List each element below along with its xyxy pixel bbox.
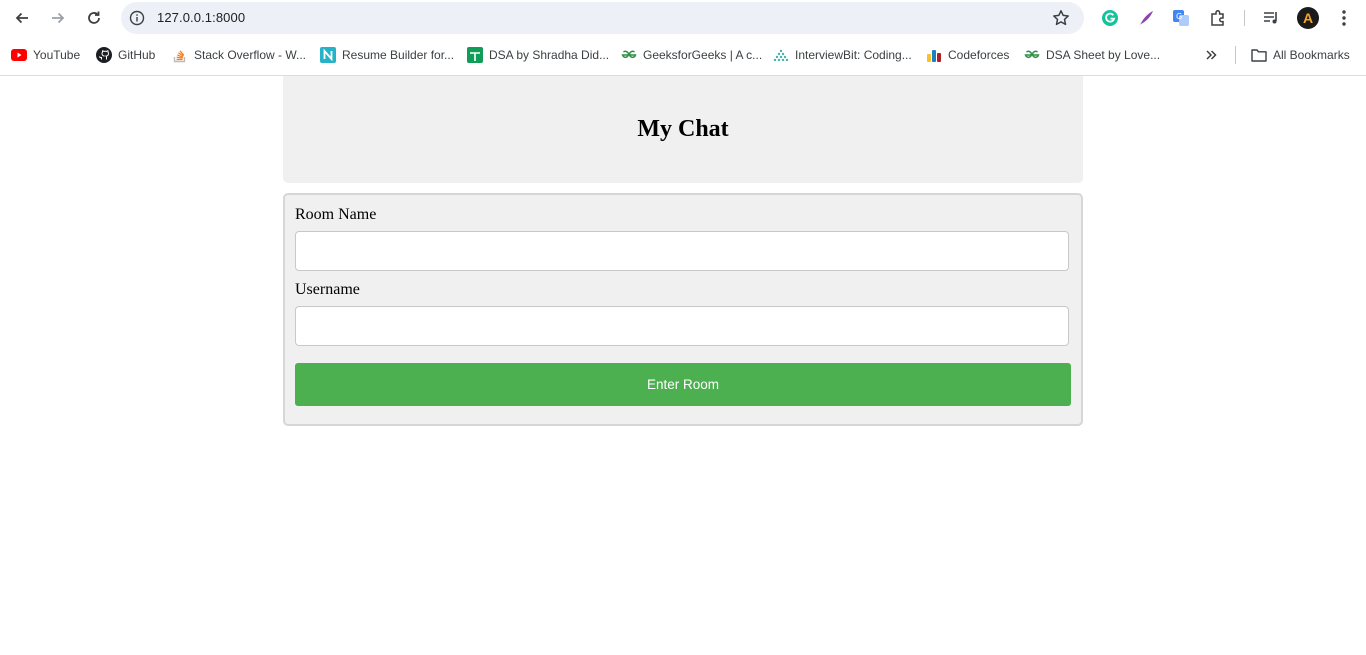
svg-text:G: G xyxy=(1176,12,1182,21)
bookmark-label: Codeforces xyxy=(948,48,1010,62)
url-text[interactable]: 127.0.0.1:8000 xyxy=(157,10,245,25)
bookmark-geeksforgeeks[interactable]: GeeksforGeeks | A c... xyxy=(621,46,762,64)
github-icon xyxy=(96,47,112,63)
bookmark-star-icon[interactable] xyxy=(1052,9,1070,27)
translate-icon[interactable]: G xyxy=(1171,8,1191,28)
bookmark-label: InterviewBit: Coding... xyxy=(795,48,912,62)
bookmark-label: GitHub xyxy=(118,48,156,62)
room-name-label: Room Name xyxy=(295,206,377,223)
bookmark-interviewbit[interactable]: InterviewBit: Coding... xyxy=(773,46,912,64)
all-bookmarks-label: All Bookmarks xyxy=(1273,48,1350,62)
room-name-input[interactable] xyxy=(295,231,1069,271)
sheets-icon xyxy=(467,47,483,63)
page-title: My Chat xyxy=(637,116,729,142)
bookmark-stackoverflow[interactable]: Stack Overflow - W... xyxy=(172,46,306,64)
youtube-icon xyxy=(11,47,27,63)
bookmark-label: DSA Sheet by Love... xyxy=(1046,48,1161,62)
bookmark-label: DSA by Shradha Did... xyxy=(489,48,610,62)
forward-icon[interactable] xyxy=(46,6,70,30)
resume-builder-icon xyxy=(320,47,336,63)
media-queue-icon[interactable] xyxy=(1261,8,1281,28)
bookmark-codeforces[interactable]: Codeforces xyxy=(926,46,1009,64)
bookmark-label: Stack Overflow - W... xyxy=(194,48,307,62)
interviewbit-icon xyxy=(773,47,789,63)
bookmark-label: YouTube xyxy=(33,48,81,62)
address-bar[interactable]: 127.0.0.1:8000 xyxy=(121,2,1084,34)
extensions-puzzle-icon[interactable] xyxy=(1208,8,1228,28)
bookmark-github[interactable]: GitHub xyxy=(96,46,155,64)
chat-header: My Chat xyxy=(283,76,1083,183)
bookmark-label: GeeksforGeeks | A c... xyxy=(643,48,763,62)
bookmarks-divider xyxy=(1235,46,1236,64)
reload-icon[interactable] xyxy=(82,6,106,30)
username-label: Username xyxy=(295,281,360,298)
geeksforgeeks-icon xyxy=(621,47,637,63)
grammarly-icon[interactable] xyxy=(1100,8,1120,28)
bookmark-dsa-sheet-love[interactable]: DSA Sheet by Love... xyxy=(1024,46,1160,64)
bookmark-youtube[interactable]: YouTube xyxy=(11,46,80,64)
toolbar-divider xyxy=(1244,10,1245,26)
bookmark-resume-builder[interactable]: Resume Builder for... xyxy=(320,46,454,64)
profile-avatar[interactable]: A xyxy=(1297,7,1319,29)
geeksforgeeks-icon xyxy=(1024,47,1040,63)
more-bookmarks-chevron-icon[interactable] xyxy=(1204,46,1218,64)
join-room-form: Room Name Username Enter Room xyxy=(283,193,1083,426)
all-bookmarks[interactable]: All Bookmarks xyxy=(1251,46,1350,64)
enter-room-button[interactable]: Enter Room xyxy=(295,363,1071,406)
quill-extension-icon[interactable] xyxy=(1136,8,1156,28)
bookmarks-bar: YouTube GitHub Stack Overflow - W... Res… xyxy=(0,36,1366,76)
folder-icon xyxy=(1251,47,1267,63)
stackoverflow-icon xyxy=(172,47,188,63)
browser-toolbar: 127.0.0.1:8000 G A xyxy=(0,0,1366,36)
bookmark-label: Resume Builder for... xyxy=(342,48,455,62)
username-input[interactable] xyxy=(295,306,1069,346)
site-info-icon[interactable] xyxy=(129,10,145,26)
back-icon[interactable] xyxy=(10,6,34,30)
codeforces-icon xyxy=(926,47,942,63)
bookmark-dsa-shradha[interactable]: DSA by Shradha Did... xyxy=(467,46,609,64)
kebab-menu-icon[interactable] xyxy=(1334,8,1354,28)
